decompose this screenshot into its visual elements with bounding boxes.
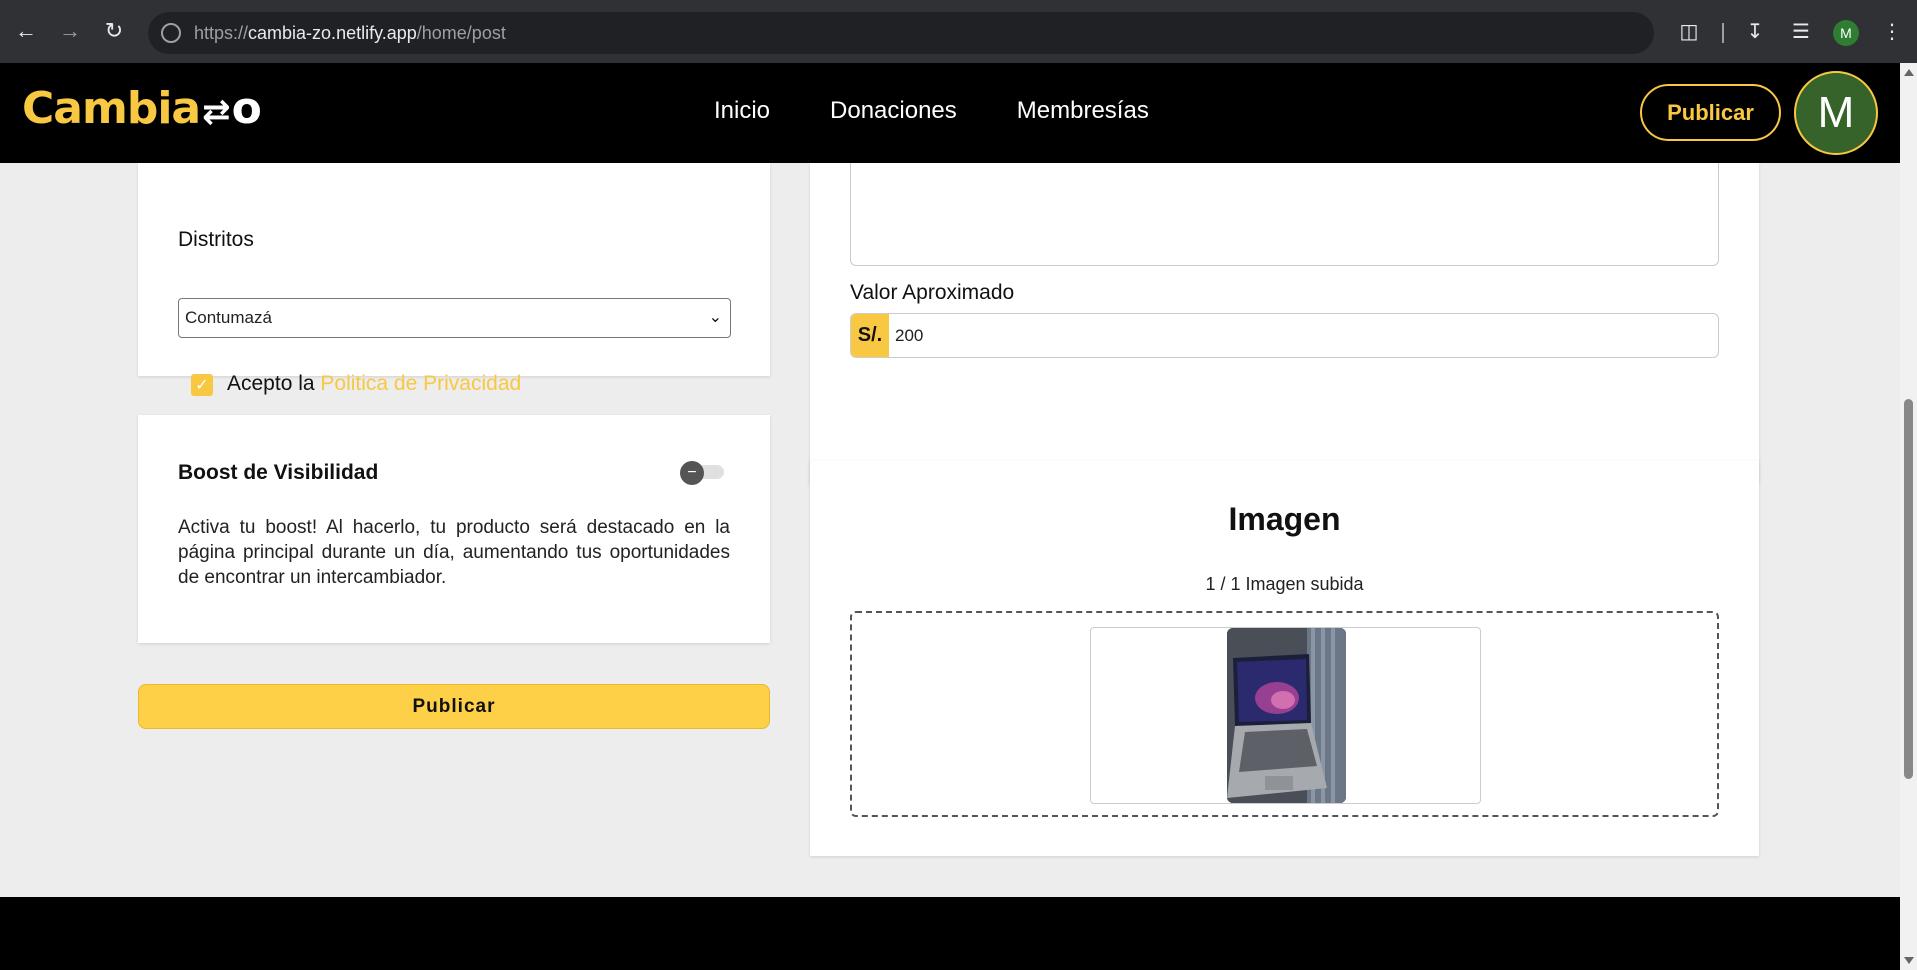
location-card: Distritos Contumazá ⌄ ✓ Acepto la Politi…	[138, 163, 770, 396]
forward-icon[interactable]: →	[56, 17, 84, 45]
brand-logo[interactable]: Cambia⇄o	[22, 83, 262, 134]
privacy-policy-link[interactable]: Politica de Privacidad	[320, 372, 521, 395]
boost-toggle[interactable]: −	[680, 461, 724, 485]
header-publish-button[interactable]: Publicar	[1640, 84, 1781, 141]
details-card: Valor Aproximado S/. 200	[810, 153, 1759, 484]
media-queue-icon[interactable]: ☰	[1787, 17, 1815, 45]
boost-description: Activa tu boost! Al hacerlo, tu producto…	[178, 517, 730, 588]
distritos-select[interactable]: Contumazá ⌄	[178, 298, 731, 338]
url-host: cambia-zo.netlify.app	[248, 22, 417, 43]
url-path: /home/post	[416, 22, 506, 43]
site-header: Cambia⇄o Inicio Donaciones Membresías Pu…	[0, 63, 1900, 163]
nav-inicio[interactable]: Inicio	[714, 97, 770, 125]
privacy-consent-label: Acepto la Politica de Privacidad	[227, 372, 521, 396]
exchange-arrows-icon: ⇄	[202, 92, 230, 132]
imagen-title: Imagen	[1228, 501, 1341, 537]
uploaded-image-thumbnail[interactable]	[1227, 628, 1346, 803]
extensions-icon[interactable]: ◫	[1675, 17, 1703, 45]
image-card: Imagen 1 / 1 Imagen subida	[810, 461, 1759, 856]
browser-profile-avatar[interactable]: M	[1833, 20, 1859, 46]
nav-membresias[interactable]: Membresías	[1017, 97, 1149, 125]
browser-toolbar: ← → ↻ https://cambia-zo.netlify.app/home…	[0, 0, 1917, 63]
user-avatar[interactable]: M	[1794, 71, 1878, 155]
page-viewport: Distritos Contumazá ⌄ ✓ Acepto la Politi…	[0, 63, 1900, 970]
currency-prefix: S/.	[851, 314, 889, 357]
description-textarea[interactable]	[850, 153, 1719, 266]
logo-text-a: Cambia	[22, 83, 201, 134]
imagen-count: 1 / 1 Imagen subida	[1205, 574, 1364, 594]
boost-title: Boost de Visibilidad	[178, 461, 379, 484]
reload-icon[interactable]: ↻	[100, 17, 128, 45]
accept-prefix: Acepto la	[227, 372, 315, 395]
menu-kebab-icon[interactable]: ⋮	[1878, 17, 1906, 45]
chevron-down-icon: ⌄	[708, 309, 722, 326]
boost-card: Boost de Visibilidad − Activa tu boost! …	[138, 415, 770, 643]
url-scheme: https://	[194, 22, 249, 43]
download-icon[interactable]: ↧	[1741, 17, 1769, 45]
laptop-photo	[1227, 628, 1346, 803]
minus-icon: −	[680, 461, 704, 485]
address-bar[interactable]: https://cambia-zo.netlify.app/home/post	[148, 12, 1654, 54]
scroll-down-icon[interactable]	[1904, 957, 1914, 964]
valor-input[interactable]: S/. 200	[850, 313, 1719, 358]
image-preview-frame[interactable]	[1090, 627, 1481, 804]
image-dropzone[interactable]	[850, 611, 1719, 817]
scroll-up-icon[interactable]	[1904, 69, 1914, 76]
back-icon[interactable]: ←	[12, 17, 40, 45]
main-nav: Inicio Donaciones Membresías	[714, 97, 1209, 125]
toolbar-divider	[1722, 23, 1724, 43]
site-footer	[0, 897, 1900, 970]
valor-label: Valor Aproximado	[850, 281, 1015, 304]
distritos-selected-value: Contumazá	[185, 308, 272, 327]
scroll-thumb[interactable]	[1904, 399, 1913, 779]
logo-text-b: o	[231, 83, 262, 134]
publish-submit-button[interactable]: Publicar	[138, 684, 770, 729]
site-info-icon[interactable]	[161, 23, 181, 43]
valor-value: 200	[895, 325, 924, 345]
nav-donaciones[interactable]: Donaciones	[830, 97, 957, 125]
distritos-label: Distritos	[178, 228, 254, 251]
privacy-checkbox[interactable]: ✓	[191, 374, 213, 396]
page-scrollbar[interactable]	[1900, 63, 1917, 970]
